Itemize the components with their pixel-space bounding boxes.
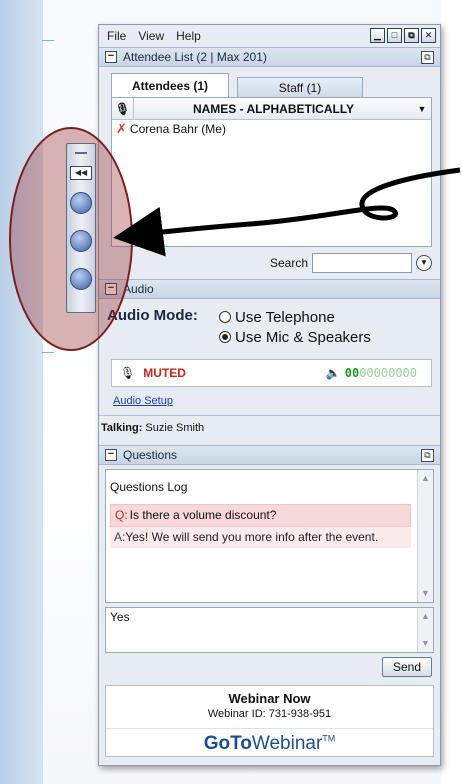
menu-bar: File View Help ▁ □ ⧉ ✕: [99, 25, 440, 47]
scrollbar[interactable]: ▲ ▼: [417, 608, 433, 652]
gotowebinar-control-panel: File View Help ▁ □ ⧉ ✕ − Attendee List (…: [98, 24, 441, 766]
menu-file[interactable]: File: [107, 29, 126, 43]
talking-label: Talking:: [101, 422, 143, 434]
questions-log-title: Questions Log: [110, 480, 188, 494]
search-input[interactable]: [312, 253, 412, 273]
level-inactive: 00000000: [359, 366, 417, 380]
popout-button[interactable]: ⧉: [404, 28, 419, 43]
send-button[interactable]: Send: [382, 657, 432, 677]
audio-setup-link[interactable]: Audio Setup: [113, 395, 432, 407]
scrollbar[interactable]: ▲ ▼: [417, 470, 433, 602]
mute-toggle-icon[interactable]: [70, 268, 92, 290]
mute-status-bar: 🎙 MUTED 🔈 0000000000: [111, 359, 432, 387]
microphone-icon[interactable]: 🎙: [120, 366, 135, 380]
screen-share-icon[interactable]: [70, 192, 92, 214]
scroll-down-icon[interactable]: ▼: [419, 637, 432, 650]
brand-logo: GoToWebinarTM: [106, 728, 433, 758]
webinar-name: Webinar Now: [228, 691, 311, 706]
questions-header[interactable]: − Questions ⧉: [99, 445, 440, 465]
talking-name: Suzie Smith: [145, 422, 205, 434]
collapsed-control-rail[interactable]: ◀◀: [66, 143, 96, 313]
attendee-list-header-row: 🎙 NAMES - ALPHABETICALLY ▼: [112, 98, 431, 120]
attendee-name: Corena Bahr (Me): [129, 122, 226, 136]
answer-text: Yes! We will send you more info after th…: [125, 530, 379, 544]
hand-raise-icon[interactable]: [70, 230, 92, 252]
radio-selected-icon[interactable]: [219, 331, 231, 343]
x-mark-icon: ✗: [116, 121, 127, 136]
collapse-icon[interactable]: −: [105, 449, 117, 461]
attendee-tabs: Attendees (1) Staff (1): [99, 67, 440, 97]
question-text: Is there a volume discount?: [129, 508, 277, 522]
brand-bold: GoTo: [203, 733, 252, 754]
search-label: Search: [269, 256, 308, 270]
option-telephone[interactable]: Use Telephone: [219, 307, 371, 327]
microphone-icon: 🎙: [112, 98, 134, 119]
attendee-count: (2 | Max 201): [196, 50, 267, 64]
speaker-icon: 🔈: [325, 366, 341, 380]
answer-prefix: A:: [114, 530, 126, 544]
answer-input[interactable]: Yes ▲ ▼: [105, 607, 434, 653]
menu-help[interactable]: Help: [176, 29, 201, 43]
collapse-icon[interactable]: −: [105, 51, 117, 63]
answer-entry: A:Yes! We will send you more info after …: [110, 527, 411, 548]
brand-tm: TM: [322, 733, 336, 744]
menu-view[interactable]: View: [138, 29, 164, 43]
attendee-list-header[interactable]: − Attendee List (2 | Max 201) ⧉: [99, 47, 440, 67]
slide-tick: [42, 40, 54, 41]
audio-panel: Audio Mode: Use Telephone Use Mic & Spea…: [99, 299, 440, 445]
restore-button[interactable]: □: [387, 28, 402, 43]
audio-header[interactable]: − Audio: [99, 279, 440, 299]
webinar-footer: Webinar Now Webinar ID: 731-938-951 GoTo…: [105, 685, 434, 757]
popout-icon[interactable]: ⧉: [421, 51, 434, 64]
option-mic-speakers[interactable]: Use Mic & Speakers: [219, 327, 371, 347]
popout-icon[interactable]: ⧉: [421, 449, 434, 462]
question-prefix: Q:: [115, 508, 128, 522]
questions-log: Questions Log Q: Is there a volume discou…: [105, 469, 434, 603]
chevron-down-icon[interactable]: ▼: [413, 104, 431, 114]
scroll-down-icon[interactable]: ▼: [419, 587, 432, 600]
level-active: 00: [344, 366, 360, 380]
radio-unselected-icon[interactable]: [219, 311, 231, 323]
audio-mode: Audio Mode: Use Telephone Use Mic & Spea…: [107, 307, 432, 347]
tab-attendees[interactable]: Attendees (1): [111, 73, 229, 97]
attendee-list: 🎙 NAMES - ALPHABETICALLY ▼ ✗ Corena Bahr…: [111, 97, 432, 247]
grab-handle-icon[interactable]: [75, 152, 87, 154]
mute-status[interactable]: MUTED: [143, 366, 186, 380]
expand-icon[interactable]: ◀◀: [70, 166, 92, 180]
audio-mode-label: Audio Mode:: [107, 307, 198, 324]
questions-title: Questions: [123, 448, 178, 462]
attendee-list-title: Attendee List: [123, 50, 194, 64]
close-button[interactable]: ✕: [421, 28, 436, 43]
option-mic-speakers-label: Use Mic & Speakers: [235, 328, 371, 346]
scroll-up-icon[interactable]: ▲: [419, 610, 432, 623]
answer-input-value: Yes: [110, 610, 130, 624]
option-telephone-label: Use Telephone: [235, 308, 335, 326]
audio-level-meter: 🔈 0000000000: [326, 366, 417, 380]
minimize-button[interactable]: ▁: [370, 28, 385, 43]
list-item[interactable]: ✗ Corena Bahr (Me): [112, 120, 431, 138]
slide-tick: [42, 352, 54, 353]
window-controls: ▁ □ ⧉ ✕: [370, 28, 436, 43]
sort-dropdown[interactable]: NAMES - ALPHABETICALLY: [134, 102, 413, 116]
brand-light: Webinar: [251, 733, 323, 754]
search-options-icon[interactable]: ▼: [416, 255, 432, 271]
question-entry[interactable]: Q: Is there a volume discount?: [110, 504, 411, 527]
tab-staff[interactable]: Staff (1): [237, 77, 363, 97]
talking-indicator: Talking: Suzie Smith: [99, 415, 440, 445]
webinar-id: Webinar ID: 731-938-951: [207, 708, 332, 720]
send-row: Send: [99, 653, 440, 677]
scroll-up-icon[interactable]: ▲: [419, 472, 432, 485]
search-row: Search ▼: [99, 247, 440, 279]
